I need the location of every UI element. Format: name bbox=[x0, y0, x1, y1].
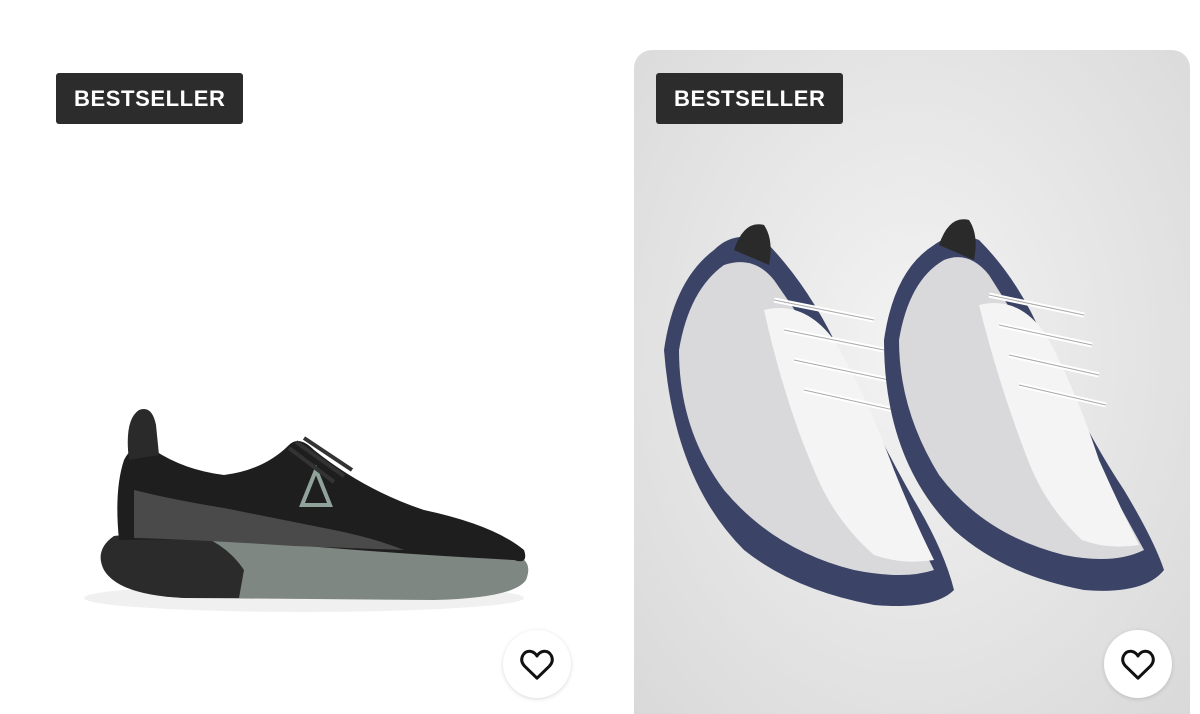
heart-outline-icon bbox=[520, 649, 554, 680]
product-image-black-sneaker[interactable] bbox=[34, 50, 594, 714]
product-image-silver-sneakers[interactable] bbox=[634, 50, 1190, 714]
product-card[interactable]: BESTSELLER bbox=[634, 50, 1190, 714]
wishlist-button[interactable] bbox=[1104, 630, 1172, 698]
bestseller-badge: BESTSELLER bbox=[56, 73, 244, 124]
bestseller-badge: BESTSELLER bbox=[656, 73, 844, 124]
product-card[interactable]: BESTSELLER bbox=[34, 50, 594, 714]
wishlist-button[interactable] bbox=[503, 630, 571, 698]
product-grid: BESTSELLER BESTSELLER bbox=[0, 0, 1200, 714]
heart-outline-icon bbox=[1121, 649, 1155, 680]
